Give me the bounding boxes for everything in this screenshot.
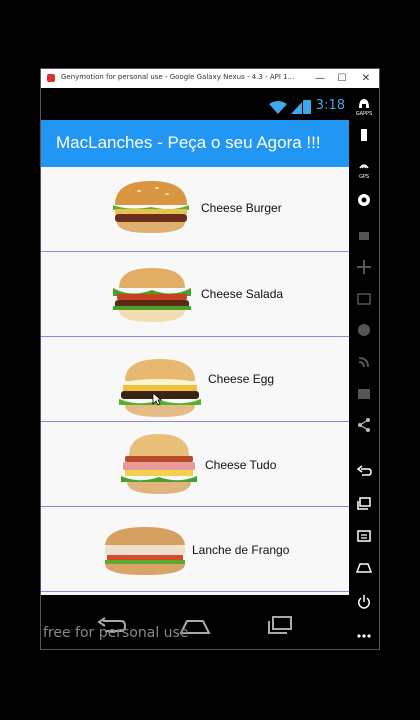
sandwich-list[interactable]: Cheese Burger Cheese Salada Cheese Egg C… [41,167,349,595]
cheese-salada-image [113,268,191,322]
window-title: Genymotion for personal use - Google Gal… [61,73,295,81]
lanche-de-frango-image [105,527,185,575]
more-icon[interactable] [356,628,372,644]
mouse-cursor-icon [152,392,162,406]
item-label: Cheese Egg [208,372,275,386]
recent-apps-icon[interactable] [265,615,295,635]
remote-control-icon[interactable] [356,227,372,243]
recent-side-icon[interactable] [356,496,372,512]
close-button[interactable]: ✕ [355,70,377,87]
gps-label: GPS [358,174,370,180]
cheese-egg-image [119,359,201,417]
back-side-icon[interactable] [356,464,372,480]
signal-icon [291,102,302,114]
list-item-cheese-salada[interactable]: Cheese Salada [41,252,349,337]
gapps-icon[interactable] [356,96,372,112]
list-item-cheese-burger[interactable]: Cheese Burger [41,167,349,252]
list-item-lanche-de-frango[interactable]: Lanche de Frango [41,507,349,592]
watermark-text: free for personal use [43,625,189,641]
list-item-cheese-tudo[interactable]: Cheese Tudo [41,422,349,507]
genymotion-app-icon [47,74,55,82]
menu-side-icon[interactable] [356,528,372,544]
cheese-burger-image [113,181,189,233]
wifi-icon [269,101,287,114]
app-title: MacLanches - Peça o seu Agora !!! [56,133,321,152]
minimize-button[interactable]: — [309,70,331,87]
cheese-tudo-image [121,434,197,494]
android-status-bar: 3:18 [41,96,349,120]
item-label: Cheese Burger [201,201,282,215]
webcam-icon[interactable] [356,192,372,208]
status-time: 3:18 [315,98,345,113]
maximize-button[interactable]: ☐ [331,70,353,87]
film-icon[interactable] [356,386,372,402]
home-side-icon[interactable] [356,560,372,576]
power-icon[interactable] [356,594,372,610]
dpad-icon[interactable] [356,259,372,275]
share-icon[interactable] [356,417,372,433]
id-icon[interactable] [356,291,372,307]
android-nav-bar: free for personal use [41,595,349,649]
item-label: Cheese Salada [201,287,284,301]
battery-icon [303,100,311,114]
window-titlebar: Genymotion for personal use - Google Gal… [41,69,379,88]
list-item-cheese-egg[interactable]: Cheese Egg [41,337,349,422]
app-toolbar: MacLanches - Peça o seu Agora !!! [41,120,349,167]
emulator-window: Genymotion for personal use - Google Gal… [40,68,380,650]
genymotion-sidebar: GAPPS GPS [349,88,379,649]
rss-icon[interactable] [356,354,372,370]
item-label: Cheese Tudo [205,458,277,472]
disk-icon[interactable] [356,322,372,338]
gapps-label: GAPPS [355,111,373,117]
item-label: Lanche de Frango [192,543,290,557]
battery-widget-icon[interactable] [356,127,372,143]
